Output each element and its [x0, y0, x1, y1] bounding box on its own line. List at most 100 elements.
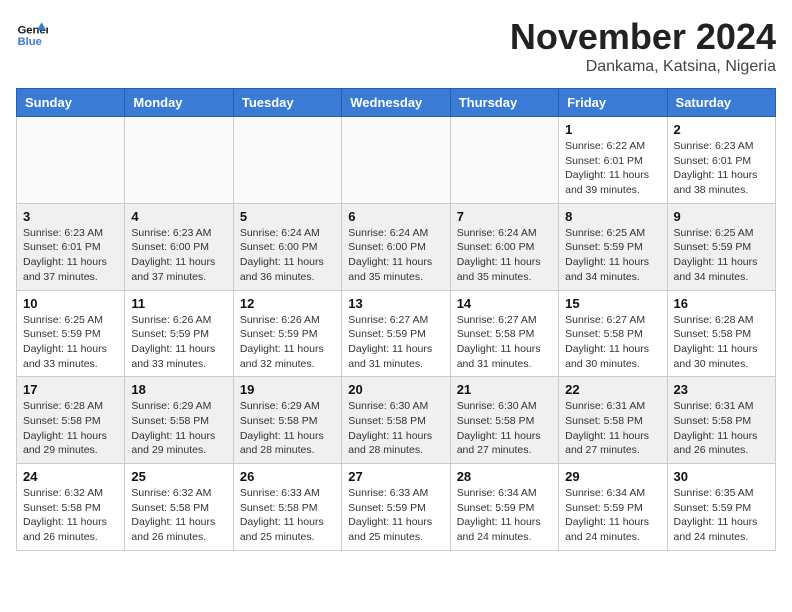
day-info: Sunrise: 6:27 AMSunset: 5:58 PMDaylight:…: [457, 313, 552, 372]
day-of-week-header: Tuesday: [233, 89, 341, 117]
day-number: 15: [565, 296, 660, 311]
day-info: Sunrise: 6:27 AMSunset: 5:58 PMDaylight:…: [565, 313, 660, 372]
day-number: 6: [348, 209, 443, 224]
calendar-header-row: SundayMondayTuesdayWednesdayThursdayFrid…: [17, 89, 776, 117]
day-number: 7: [457, 209, 552, 224]
day-number: 3: [23, 209, 118, 224]
calendar-day-cell: [342, 117, 450, 204]
day-info: Sunrise: 6:26 AMSunset: 5:59 PMDaylight:…: [240, 313, 335, 372]
day-of-week-header: Sunday: [17, 89, 125, 117]
calendar-day-cell: 23 Sunrise: 6:31 AMSunset: 5:58 PMDayligh…: [667, 377, 775, 464]
day-info: Sunrise: 6:23 AMSunset: 6:01 PMDaylight:…: [23, 226, 118, 285]
calendar-day-cell: 26 Sunrise: 6:33 AMSunset: 5:58 PMDayligh…: [233, 464, 341, 551]
day-number: 28: [457, 469, 552, 484]
day-info: Sunrise: 6:30 AMSunset: 5:58 PMDaylight:…: [348, 399, 443, 458]
day-number: 1: [565, 122, 660, 137]
calendar-day-cell: 19 Sunrise: 6:29 AMSunset: 5:58 PMDayligh…: [233, 377, 341, 464]
calendar-week-row: 10 Sunrise: 6:25 AMSunset: 5:59 PMDayligh…: [17, 290, 776, 377]
calendar-day-cell: [125, 117, 233, 204]
calendar-day-cell: 30 Sunrise: 6:35 AMSunset: 5:59 PMDayligh…: [667, 464, 775, 551]
day-number: 25: [131, 469, 226, 484]
month-year-title: November 2024: [510, 16, 776, 58]
calendar-week-row: 17 Sunrise: 6:28 AMSunset: 5:58 PMDayligh…: [17, 377, 776, 464]
calendar-day-cell: 20 Sunrise: 6:30 AMSunset: 5:58 PMDayligh…: [342, 377, 450, 464]
day-info: Sunrise: 6:29 AMSunset: 5:58 PMDaylight:…: [240, 399, 335, 458]
calendar-day-cell: 17 Sunrise: 6:28 AMSunset: 5:58 PMDayligh…: [17, 377, 125, 464]
day-info: Sunrise: 6:28 AMSunset: 5:58 PMDaylight:…: [674, 313, 769, 372]
day-info: Sunrise: 6:33 AMSunset: 5:58 PMDaylight:…: [240, 486, 335, 545]
day-info: Sunrise: 6:27 AMSunset: 5:59 PMDaylight:…: [348, 313, 443, 372]
calendar-day-cell: 2Sunrise: 6:23 AMSunset: 6:01 PMDaylight…: [667, 117, 775, 204]
day-info: Sunrise: 6:32 AMSunset: 5:58 PMDaylight:…: [23, 486, 118, 545]
day-of-week-header: Friday: [559, 89, 667, 117]
calendar-day-cell: 8 Sunrise: 6:25 AMSunset: 5:59 PMDaylight…: [559, 203, 667, 290]
day-info: Sunrise: 6:23 AMSunset: 6:00 PMDaylight:…: [131, 226, 226, 285]
day-of-week-header: Thursday: [450, 89, 558, 117]
day-info: Sunrise: 6:30 AMSunset: 5:58 PMDaylight:…: [457, 399, 552, 458]
day-number: 30: [674, 469, 769, 484]
calendar-day-cell: [233, 117, 341, 204]
day-number: 24: [23, 469, 118, 484]
day-info: Sunrise: 6:29 AMSunset: 5:58 PMDaylight:…: [131, 399, 226, 458]
day-number: 21: [457, 382, 552, 397]
day-info: Sunrise: 6:35 AMSunset: 5:59 PMDaylight:…: [674, 486, 769, 545]
page-header: General Blue November 2024 Dankama, Kats…: [16, 16, 776, 76]
logo: General Blue: [16, 16, 48, 48]
day-number: 8: [565, 209, 660, 224]
calendar-day-cell: 10 Sunrise: 6:25 AMSunset: 5:59 PMDayligh…: [17, 290, 125, 377]
day-number: 27: [348, 469, 443, 484]
calendar-day-cell: 12 Sunrise: 6:26 AMSunset: 5:59 PMDayligh…: [233, 290, 341, 377]
calendar-day-cell: 6Sunrise: 6:24 AMSunset: 6:00 PMDaylight…: [342, 203, 450, 290]
calendar-day-cell: 7 Sunrise: 6:24 AMSunset: 6:00 PMDaylight…: [450, 203, 558, 290]
calendar-day-cell: 28Sunrise: 6:34 AMSunset: 5:59 PMDayligh…: [450, 464, 558, 551]
calendar-day-cell: 22 Sunrise: 6:31 AMSunset: 5:58 PMDayligh…: [559, 377, 667, 464]
day-info: Sunrise: 6:33 AMSunset: 5:59 PMDaylight:…: [348, 486, 443, 545]
day-number: 20: [348, 382, 443, 397]
day-info: Sunrise: 6:24 AMSunset: 6:00 PMDaylight:…: [457, 226, 552, 285]
calendar-day-cell: 15 Sunrise: 6:27 AMSunset: 5:58 PMDayligh…: [559, 290, 667, 377]
location-subtitle: Dankama, Katsina, Nigeria: [510, 58, 776, 76]
calendar-day-cell: 5Sunrise: 6:24 AMSunset: 6:00 PMDaylight…: [233, 203, 341, 290]
calendar-day-cell: 21 Sunrise: 6:30 AMSunset: 5:58 PMDayligh…: [450, 377, 558, 464]
day-info: Sunrise: 6:31 AMSunset: 5:58 PMDaylight:…: [565, 399, 660, 458]
day-number: 22: [565, 382, 660, 397]
day-number: 10: [23, 296, 118, 311]
calendar-day-cell: 18 Sunrise: 6:29 AMSunset: 5:58 PMDayligh…: [125, 377, 233, 464]
day-info: Sunrise: 6:25 AMSunset: 5:59 PMDaylight:…: [674, 226, 769, 285]
calendar-week-row: 24 Sunrise: 6:32 AMSunset: 5:58 PMDayligh…: [17, 464, 776, 551]
day-info: Sunrise: 6:24 AMSunset: 6:00 PMDaylight:…: [240, 226, 335, 285]
day-number: 29: [565, 469, 660, 484]
calendar-week-row: 3 Sunrise: 6:23 AMSunset: 6:01 PMDaylight…: [17, 203, 776, 290]
day-of-week-header: Saturday: [667, 89, 775, 117]
calendar-day-cell: 3 Sunrise: 6:23 AMSunset: 6:01 PMDaylight…: [17, 203, 125, 290]
day-number: 19: [240, 382, 335, 397]
day-of-week-header: Wednesday: [342, 89, 450, 117]
day-number: 17: [23, 382, 118, 397]
day-info: Sunrise: 6:31 AMSunset: 5:58 PMDaylight:…: [674, 399, 769, 458]
day-info: Sunrise: 6:23 AMSunset: 6:01 PMDaylight:…: [674, 139, 769, 198]
calendar-day-cell: 29Sunrise: 6:34 AMSunset: 5:59 PMDayligh…: [559, 464, 667, 551]
calendar-day-cell: 1 Sunrise: 6:22 AMSunset: 6:01 PMDaylight…: [559, 117, 667, 204]
calendar-day-cell: 13 Sunrise: 6:27 AMSunset: 5:59 PMDayligh…: [342, 290, 450, 377]
calendar-week-row: 1 Sunrise: 6:22 AMSunset: 6:01 PMDaylight…: [17, 117, 776, 204]
day-number: 4: [131, 209, 226, 224]
day-number: 13: [348, 296, 443, 311]
calendar-day-cell: 16Sunrise: 6:28 AMSunset: 5:58 PMDayligh…: [667, 290, 775, 377]
day-info: Sunrise: 6:28 AMSunset: 5:58 PMDaylight:…: [23, 399, 118, 458]
day-of-week-header: Monday: [125, 89, 233, 117]
calendar-day-cell: 27 Sunrise: 6:33 AMSunset: 5:59 PMDayligh…: [342, 464, 450, 551]
logo-icon: General Blue: [16, 16, 48, 48]
day-info: Sunrise: 6:22 AMSunset: 6:01 PMDaylight:…: [565, 139, 660, 198]
calendar-day-cell: 4 Sunrise: 6:23 AMSunset: 6:00 PMDaylight…: [125, 203, 233, 290]
day-info: Sunrise: 6:25 AMSunset: 5:59 PMDaylight:…: [23, 313, 118, 372]
day-number: 18: [131, 382, 226, 397]
calendar-day-cell: [450, 117, 558, 204]
day-number: 9: [674, 209, 769, 224]
svg-text:Blue: Blue: [18, 36, 42, 48]
day-number: 23: [674, 382, 769, 397]
calendar-table: SundayMondayTuesdayWednesdayThursdayFrid…: [16, 88, 776, 551]
day-number: 12: [240, 296, 335, 311]
day-number: 26: [240, 469, 335, 484]
day-info: Sunrise: 6:25 AMSunset: 5:59 PMDaylight:…: [565, 226, 660, 285]
calendar-day-cell: 24 Sunrise: 6:32 AMSunset: 5:58 PMDayligh…: [17, 464, 125, 551]
